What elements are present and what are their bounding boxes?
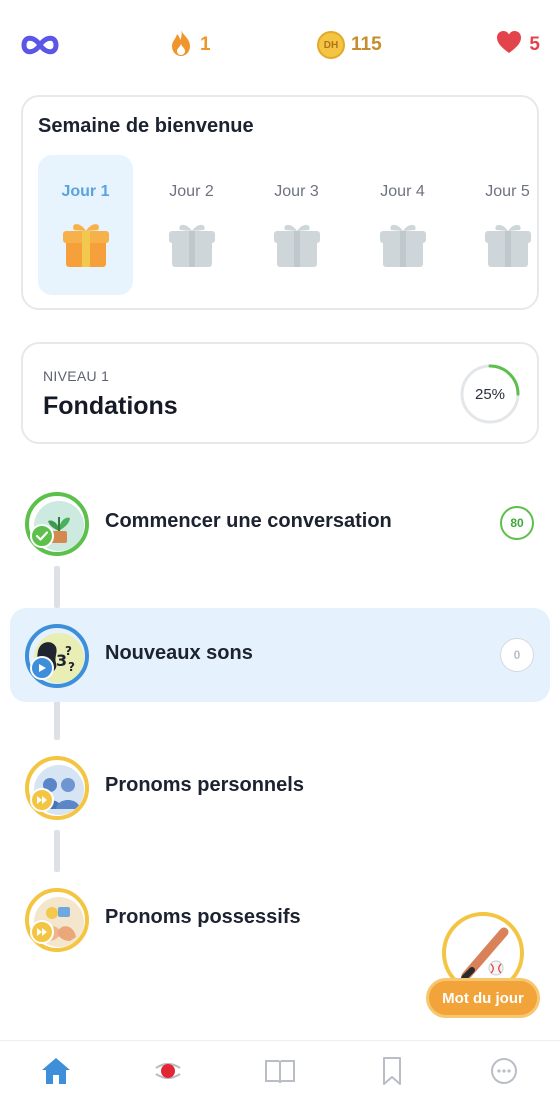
lesson-item[interactable]: Pronoms personnels <box>10 740 550 834</box>
gift-open-icon <box>62 219 110 269</box>
path-connector <box>54 700 60 740</box>
lesson-title: Pronoms personnels <box>105 774 304 796</box>
live-icon[interactable] <box>148 1051 188 1091</box>
flame-icon <box>168 27 194 63</box>
lesson-icon: 3 ? ? <box>25 624 89 688</box>
more-icon[interactable] <box>484 1051 524 1091</box>
lesson-score: 0 <box>500 638 534 672</box>
hearts-counter[interactable]: 5 <box>495 28 540 62</box>
lesson-icon <box>25 756 89 820</box>
lesson-item[interactable]: 3 ? ? Nouveaux sons 0 <box>10 608 550 702</box>
top-bar: 1 DH 115 5 <box>0 0 560 90</box>
word-of-day[interactable]: Mot du jour <box>426 912 540 1022</box>
day-label: Jour 4 <box>380 183 425 200</box>
hearts-count: 5 <box>529 34 540 55</box>
gift-locked-icon <box>273 219 321 269</box>
coins-count: 115 <box>351 34 382 55</box>
welcome-week-title: Semaine de bienvenue <box>38 115 254 137</box>
day-4[interactable]: Jour 4 <box>355 155 450 295</box>
lesson-title: Nouveaux sons <box>105 642 253 664</box>
path-connector <box>54 830 60 872</box>
fast-forward-icon <box>30 920 54 944</box>
lesson-score: 80 <box>500 506 534 540</box>
streak-count: 1 <box>200 34 211 55</box>
day-1[interactable]: Jour 1 <box>38 155 133 295</box>
bottom-nav <box>0 1040 560 1117</box>
bookmark-icon[interactable] <box>372 1051 412 1091</box>
day-3[interactable]: Jour 3 <box>249 155 344 295</box>
coins-counter[interactable]: DH 115 <box>317 28 382 62</box>
day-label: Jour 5 <box>485 183 530 200</box>
path-connector <box>54 566 60 608</box>
infinity-icon[interactable] <box>18 28 62 62</box>
day-label: Jour 1 <box>61 183 110 200</box>
day-5[interactable]: Jour 5 <box>460 155 555 295</box>
svg-text:?: ? <box>65 644 72 658</box>
lesson-item[interactable]: Commencer une conversation 80 <box>10 476 550 570</box>
gift-locked-icon <box>379 219 427 269</box>
lesson-title: Pronoms possessifs <box>105 906 301 928</box>
progress-percent: 25% <box>474 385 506 403</box>
level-card[interactable]: NIVEAU 1 Fondations 25% <box>21 342 539 444</box>
home-icon[interactable] <box>36 1051 76 1091</box>
lesson-icon <box>25 492 89 556</box>
check-icon <box>30 524 54 548</box>
gift-locked-icon <box>168 219 216 269</box>
svg-text:?: ? <box>68 660 75 674</box>
book-icon[interactable] <box>260 1051 300 1091</box>
coin-icon: DH <box>317 31 345 59</box>
fast-forward-icon <box>30 788 54 812</box>
lesson-title: Commencer une conversation <box>105 510 392 532</box>
word-of-day-button[interactable]: Mot du jour <box>426 978 540 1018</box>
level-title: Fondations <box>43 392 178 420</box>
welcome-week-card: Semaine de bienvenue Jour 1 Jour 2 Jour … <box>21 95 539 310</box>
day-2[interactable]: Jour 2 <box>144 155 239 295</box>
day-label: Jour 2 <box>169 183 214 200</box>
play-icon <box>30 656 54 680</box>
level-label: NIVEAU 1 <box>43 368 110 384</box>
streak-counter[interactable]: 1 <box>168 28 211 62</box>
day-label: Jour 3 <box>274 183 319 200</box>
heart-icon <box>495 29 523 61</box>
gift-locked-icon <box>484 219 532 269</box>
lesson-icon <box>25 888 89 952</box>
